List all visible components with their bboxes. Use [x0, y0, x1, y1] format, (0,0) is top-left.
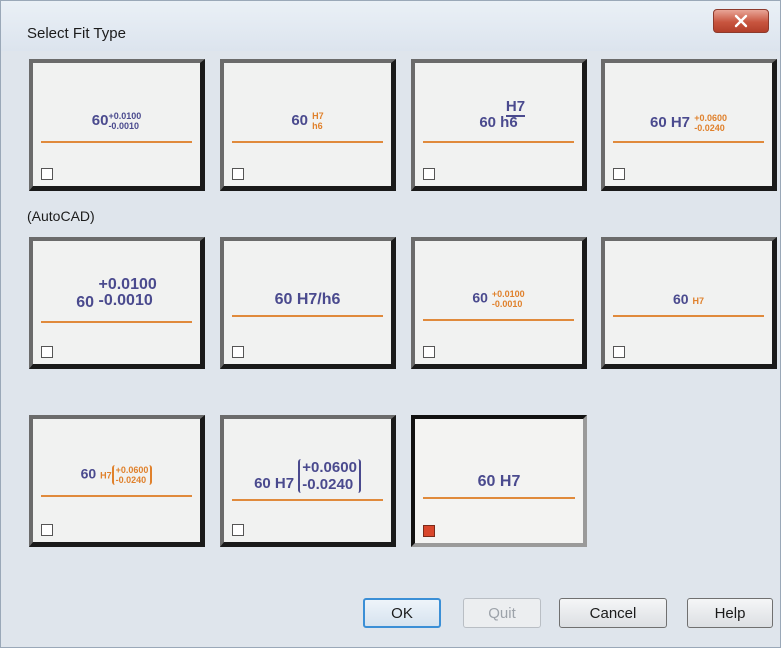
fit-base: 60 — [91, 111, 109, 129]
help-button[interactable]: Help — [687, 598, 773, 628]
fit-option-7[interactable]: 60 +0.0100 -0.0010 — [411, 237, 587, 369]
tolerance-upper: +0.0100 — [491, 289, 525, 299]
fit-text: 60 H7/h6 — [274, 291, 341, 308]
fit-base: 60 — [673, 291, 689, 307]
fit-option-5[interactable]: 60 +0.0100 -0.0010 — [29, 237, 205, 369]
fit-option-9[interactable]: 60 H7 +0.0600 -0.0240 — [29, 415, 205, 547]
ok-button[interactable]: OK — [363, 598, 441, 628]
tolerance-lower: -0.0010 — [108, 121, 139, 131]
dimension-line — [423, 319, 574, 321]
dimension-line — [232, 141, 383, 143]
autocad-section-label: (AutoCAD) — [27, 208, 95, 224]
dimension-line — [41, 495, 192, 497]
dimension-line — [613, 141, 764, 143]
fit-base: 60 H7 — [254, 474, 295, 492]
fit-base: 60 — [76, 294, 95, 312]
tolerance-upper: +0.0600 — [694, 113, 727, 123]
tolerance-upper: +0.0600 — [115, 465, 149, 475]
fit-base: 60 — [80, 465, 97, 482]
dimension-line — [613, 315, 764, 317]
tolerance-lower: -0.0010 — [98, 292, 153, 309]
fit-radio-6[interactable] — [232, 346, 244, 358]
fit-radio-5[interactable] — [41, 346, 53, 358]
fit-option-1[interactable]: 60 +0.0100 -0.0010 — [29, 59, 205, 191]
hole-fit: H7 — [312, 111, 324, 121]
close-icon — [734, 14, 748, 28]
fit-radio-3[interactable] — [423, 168, 435, 180]
tolerance-lower: -0.0240 — [694, 123, 725, 133]
tolerance-upper: +0.0100 — [108, 111, 142, 121]
shaft-fit: h6 — [500, 114, 518, 131]
fit-base: 60 H7 — [650, 113, 691, 131]
hole-fit: H7 — [100, 470, 112, 481]
dimension-line — [232, 499, 383, 501]
fit-radio-2[interactable] — [232, 168, 244, 180]
fit-radio-11[interactable] — [423, 525, 435, 537]
title-bar: Select Fit Type — [1, 1, 780, 51]
fit-option-10[interactable]: 60 H7 +0.0600 -0.0240 — [220, 415, 396, 547]
fit-text: 60 H7 — [477, 473, 521, 490]
dimension-line — [423, 497, 575, 499]
tolerance-upper: +0.0600 — [302, 459, 357, 476]
tolerance-lower: -0.0240 — [302, 476, 354, 493]
dimension-line — [232, 315, 383, 317]
dimension-line — [423, 141, 574, 143]
fit-option-4[interactable]: 60 H7 +0.0600 -0.0240 — [601, 59, 777, 191]
fit-option-2[interactable]: 60 H7 h6 — [220, 59, 396, 191]
fit-radio-10[interactable] — [232, 524, 244, 536]
tolerance-upper: +0.0100 — [98, 276, 157, 293]
tolerance-lower: -0.0240 — [115, 475, 147, 485]
fit-option-11-selected[interactable]: 60 H7 — [411, 415, 587, 547]
fit-option-6[interactable]: 60 H7/h6 — [220, 237, 396, 369]
tolerance-lower: -0.0010 — [491, 299, 523, 309]
fit-option-3[interactable]: H7 60 h6 — [411, 59, 587, 191]
dimension-line — [41, 141, 192, 143]
fit-radio-9[interactable] — [41, 524, 53, 536]
fit-base: 60 — [479, 114, 496, 131]
dialog-title: Select Fit Type — [27, 25, 126, 42]
fit-radio-8[interactable] — [613, 346, 625, 358]
fit-radio-7[interactable] — [423, 346, 435, 358]
hole-fit: H7 — [692, 296, 704, 306]
fit-base: 60 — [472, 289, 488, 306]
close-button[interactable] — [713, 9, 769, 33]
cancel-button[interactable]: Cancel — [559, 598, 667, 628]
fit-base: 60 — [291, 111, 308, 129]
select-fit-type-dialog: Select Fit Type 60 +0.0100 -0.0010 60 H7… — [0, 0, 781, 648]
quit-button[interactable]: Quit — [463, 598, 541, 628]
fit-option-8[interactable]: 60 H7 — [601, 237, 777, 369]
fit-radio-4[interactable] — [613, 168, 625, 180]
fit-radio-1[interactable] — [41, 168, 53, 180]
dimension-line — [41, 321, 192, 323]
shaft-fit: h6 — [312, 121, 323, 131]
